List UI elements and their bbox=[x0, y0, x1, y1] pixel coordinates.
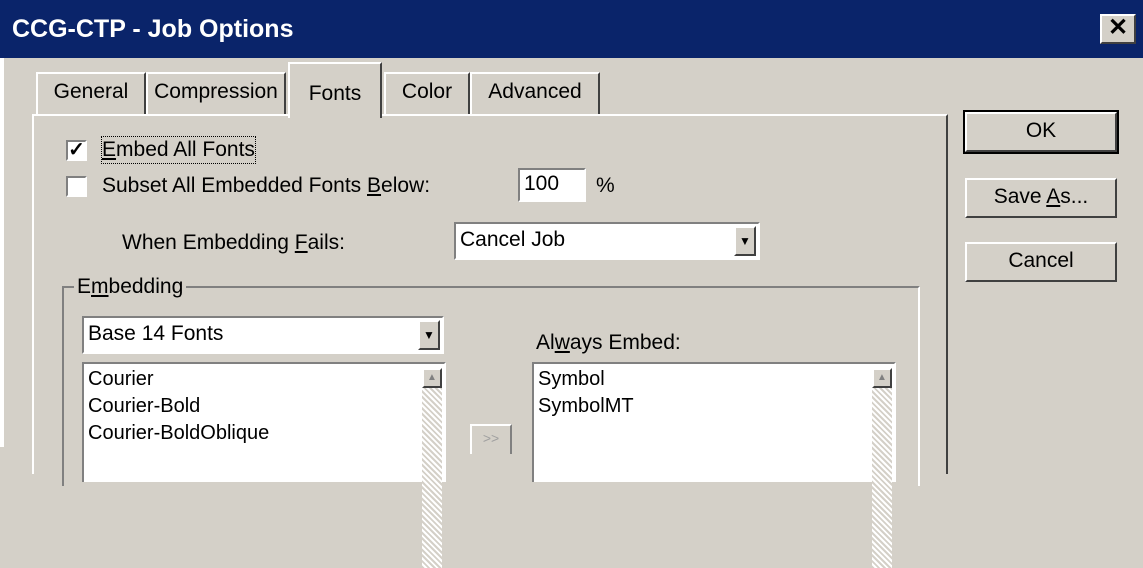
window-title: CCG-CTP - Job Options bbox=[12, 15, 294, 43]
close-button[interactable]: ✕ bbox=[1100, 14, 1136, 44]
close-icon: ✕ bbox=[1107, 14, 1129, 41]
scroll-up-icon[interactable]: ▲ bbox=[872, 368, 892, 388]
always-embed-label: Always Embed: bbox=[536, 331, 681, 354]
embed-all-fonts-label[interactable]: Embed All Fonts bbox=[101, 136, 256, 164]
tab-fonts[interactable]: Fonts bbox=[288, 62, 382, 118]
embedding-group-title: Embedding bbox=[74, 274, 187, 300]
list-item[interactable]: Symbol bbox=[534, 366, 634, 393]
save-as-button[interactable]: Save As... bbox=[965, 178, 1117, 218]
list-item[interactable]: Courier-Bold bbox=[84, 393, 269, 420]
when-fails-select[interactable]: Cancel Job bbox=[454, 222, 760, 260]
subset-fonts-checkbox[interactable] bbox=[66, 176, 87, 197]
list-item[interactable]: SymbolMT bbox=[534, 393, 634, 420]
window-left-edge bbox=[0, 58, 4, 447]
chevron-down-icon[interactable]: ▼ bbox=[418, 320, 440, 350]
list-item[interactable]: Courier-BoldOblique bbox=[84, 420, 269, 447]
cancel-button[interactable]: Cancel bbox=[965, 242, 1117, 282]
tab-general[interactable]: General bbox=[36, 72, 146, 114]
font-source-select[interactable]: Base 14 Fonts bbox=[82, 316, 444, 354]
percent-label: % bbox=[596, 174, 615, 197]
subset-threshold-input[interactable]: 100 bbox=[518, 168, 586, 202]
scrollbar[interactable]: ▲ bbox=[872, 368, 892, 568]
subset-fonts-label[interactable]: Subset All Embedded Fonts Below: bbox=[102, 173, 430, 199]
tab-color[interactable]: Color bbox=[384, 72, 470, 114]
tab-advanced[interactable]: Advanced bbox=[470, 72, 600, 114]
list-item[interactable]: Courier bbox=[84, 366, 269, 393]
tab-compression[interactable]: Compression bbox=[146, 72, 286, 114]
embed-all-fonts-checkbox[interactable]: ✓ bbox=[66, 140, 87, 161]
add-to-always-embed-button[interactable]: >> bbox=[470, 424, 512, 454]
scroll-up-icon[interactable]: ▲ bbox=[422, 368, 442, 388]
always-embed-list[interactable]: Symbol SymbolMT ▲ bbox=[532, 362, 896, 568]
when-fails-label: When Embedding Fails: bbox=[122, 231, 345, 254]
ok-button[interactable]: OK bbox=[963, 110, 1119, 154]
chevron-down-icon[interactable]: ▼ bbox=[734, 226, 756, 256]
available-fonts-list[interactable]: Courier Courier-Bold Courier-BoldOblique… bbox=[82, 362, 446, 568]
title-bar[interactable]: CCG-CTP - Job Options ✕ bbox=[0, 0, 1143, 58]
check-icon: ✓ bbox=[68, 139, 85, 161]
scrollbar[interactable]: ▲ bbox=[422, 368, 442, 568]
